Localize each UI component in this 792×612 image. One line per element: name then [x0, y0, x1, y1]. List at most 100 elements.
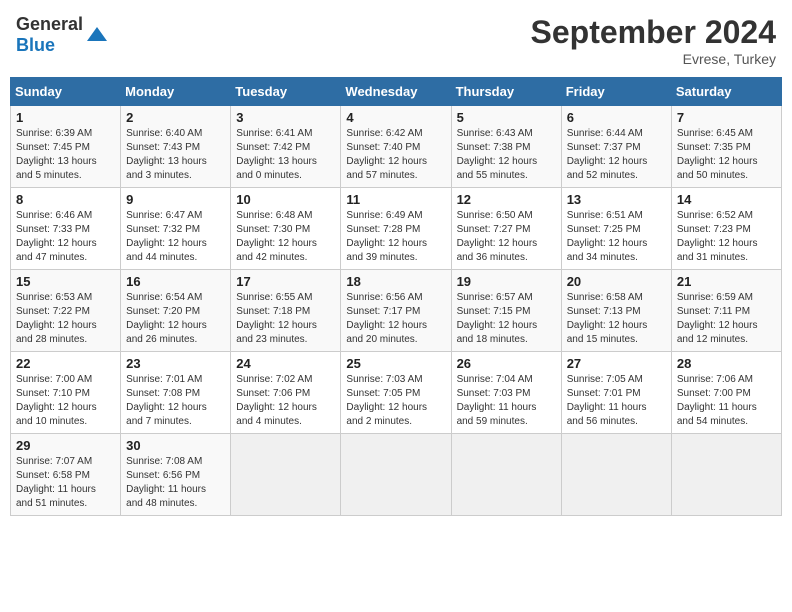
day-number: 28 [677, 356, 776, 371]
calendar-cell: 8Sunrise: 6:46 AMSunset: 7:33 PMDaylight… [11, 188, 121, 270]
calendar-cell: 2 Sunrise: 6:40 AMSunset: 7:43 PMDaylight… [121, 106, 231, 188]
calendar-cell: 25 Sunrise: 7:03 AMSunset: 7:05 PMDayligh… [341, 352, 451, 434]
day-info: Sunrise: 6:45 AMSunset: 7:35 PMDaylight:… [677, 127, 776, 183]
calendar-cell: 13Sunrise: 6:51 AMSunset: 7:25 PMDayligh… [561, 188, 671, 270]
calendar-cell: 4 Sunrise: 6:42 AMSunset: 7:40 PMDaylight… [341, 106, 451, 188]
calendar-cell: 10 Sunrise: 6:48 AMSunset: 7:30 PMDayligh… [231, 188, 341, 270]
calendar-cell: 6 Sunrise: 6:44 AMSunset: 7:37 PMDaylight… [561, 106, 671, 188]
calendar-cell: 27Sunrise: 7:05 AMSunset: 7:01 PMDayligh… [561, 352, 671, 434]
logo-general: General [16, 14, 83, 34]
calendar-header: SundayMondayTuesdayWednesdayThursdayFrid… [11, 78, 782, 106]
day-info: Sunrise: 6:44 AMSunset: 7:37 PMDaylight:… [567, 127, 666, 183]
day-number: 29 [16, 438, 115, 453]
day-info: Sunrise: 6:42 AMSunset: 7:40 PMDaylight:… [346, 127, 445, 183]
calendar-cell: 5 Sunrise: 6:43 AMSunset: 7:38 PMDaylight… [451, 106, 561, 188]
day-info: Sunrise: 7:03 AMSunset: 7:05 PMDaylight:… [346, 373, 445, 429]
day-info: Sunrise: 6:53 AMSunset: 7:22 PMDaylight:… [16, 291, 115, 347]
header-row: SundayMondayTuesdayWednesdayThursdayFrid… [11, 78, 782, 106]
day-info: Sunrise: 6:52 AMSunset: 7:23 PMDaylight:… [677, 209, 776, 265]
day-info: Sunrise: 7:02 AMSunset: 7:06 PMDaylight:… [236, 373, 335, 429]
day-info: Sunrise: 6:40 AMSunset: 7:43 PMDaylight:… [126, 127, 225, 183]
calendar-table: SundayMondayTuesdayWednesdayThursdayFrid… [10, 77, 782, 516]
day-number: 21 [677, 274, 776, 289]
calendar-cell: 7 Sunrise: 6:45 AMSunset: 7:35 PMDaylight… [671, 106, 781, 188]
day-info: Sunrise: 7:06 AMSunset: 7:00 PMDaylight:… [677, 373, 776, 429]
calendar-cell: 20Sunrise: 6:58 AMSunset: 7:13 PMDayligh… [561, 270, 671, 352]
day-info: Sunrise: 6:49 AMSunset: 7:28 PMDaylight:… [346, 209, 445, 265]
calendar-cell: 1 Sunrise: 6:39 AMSunset: 7:45 PMDaylight… [11, 106, 121, 188]
day-number: 22 [16, 356, 115, 371]
day-number: 6 [567, 110, 666, 125]
day-info: Sunrise: 6:51 AMSunset: 7:25 PMDaylight:… [567, 209, 666, 265]
day-info: Sunrise: 6:50 AMSunset: 7:27 PMDaylight:… [457, 209, 556, 265]
day-info: Sunrise: 6:58 AMSunset: 7:13 PMDaylight:… [567, 291, 666, 347]
page-header: General Blue September 2024 Evrese, Turk… [10, 10, 782, 71]
day-number: 15 [16, 274, 115, 289]
day-number: 27 [567, 356, 666, 371]
day-number: 11 [346, 192, 445, 207]
calendar-cell [671, 434, 781, 516]
header-day-tuesday: Tuesday [231, 78, 341, 106]
calendar-cell: 3 Sunrise: 6:41 AMSunset: 7:42 PMDaylight… [231, 106, 341, 188]
day-info: Sunrise: 6:55 AMSunset: 7:18 PMDaylight:… [236, 291, 335, 347]
day-number: 10 [236, 192, 335, 207]
calendar-cell: 23 Sunrise: 7:01 AMSunset: 7:08 PMDayligh… [121, 352, 231, 434]
week-row-4: 29 Sunrise: 7:07 AMSunset: 6:58 PMDayligh… [11, 434, 782, 516]
calendar-cell: 14 Sunrise: 6:52 AMSunset: 7:23 PMDayligh… [671, 188, 781, 270]
day-number: 3 [236, 110, 335, 125]
logo-text: General Blue [16, 14, 83, 56]
day-number: 1 [16, 110, 115, 125]
calendar-cell: 30Sunrise: 7:08 AMSunset: 6:56 PMDayligh… [121, 434, 231, 516]
day-number: 4 [346, 110, 445, 125]
day-number: 16 [126, 274, 225, 289]
calendar-cell: 19Sunrise: 6:57 AMSunset: 7:15 PMDayligh… [451, 270, 561, 352]
day-number: 24 [236, 356, 335, 371]
calendar-cell: 24 Sunrise: 7:02 AMSunset: 7:06 PMDayligh… [231, 352, 341, 434]
calendar-cell: 28 Sunrise: 7:06 AMSunset: 7:00 PMDayligh… [671, 352, 781, 434]
calendar-cell: 21 Sunrise: 6:59 AMSunset: 7:11 PMDayligh… [671, 270, 781, 352]
day-number: 19 [457, 274, 556, 289]
day-info: Sunrise: 6:39 AMSunset: 7:45 PMDaylight:… [16, 127, 115, 183]
header-day-monday: Monday [121, 78, 231, 106]
week-row-2: 15 Sunrise: 6:53 AMSunset: 7:22 PMDayligh… [11, 270, 782, 352]
day-number: 18 [346, 274, 445, 289]
day-number: 26 [457, 356, 556, 371]
day-number: 23 [126, 356, 225, 371]
logo-icon [85, 23, 109, 47]
day-info: Sunrise: 7:08 AMSunset: 6:56 PMDaylight:… [126, 455, 225, 511]
location: Evrese, Turkey [531, 51, 776, 67]
calendar-cell: 18Sunrise: 6:56 AMSunset: 7:17 PMDayligh… [341, 270, 451, 352]
day-info: Sunrise: 6:43 AMSunset: 7:38 PMDaylight:… [457, 127, 556, 183]
header-day-wednesday: Wednesday [341, 78, 451, 106]
day-number: 5 [457, 110, 556, 125]
week-row-3: 22 Sunrise: 7:00 AMSunset: 7:10 PMDayligh… [11, 352, 782, 434]
calendar-cell: 22 Sunrise: 7:00 AMSunset: 7:10 PMDayligh… [11, 352, 121, 434]
day-number: 14 [677, 192, 776, 207]
calendar-body: 1 Sunrise: 6:39 AMSunset: 7:45 PMDaylight… [11, 106, 782, 516]
day-number: 12 [457, 192, 556, 207]
calendar-cell: 26Sunrise: 7:04 AMSunset: 7:03 PMDayligh… [451, 352, 561, 434]
day-info: Sunrise: 6:59 AMSunset: 7:11 PMDaylight:… [677, 291, 776, 347]
logo-blue: Blue [16, 35, 55, 55]
header-day-thursday: Thursday [451, 78, 561, 106]
month-title: September 2024 [531, 14, 776, 51]
day-info: Sunrise: 6:48 AMSunset: 7:30 PMDaylight:… [236, 209, 335, 265]
day-info: Sunrise: 6:41 AMSunset: 7:42 PMDaylight:… [236, 127, 335, 183]
calendar-cell: 9 Sunrise: 6:47 AMSunset: 7:32 PMDaylight… [121, 188, 231, 270]
day-number: 2 [126, 110, 225, 125]
day-info: Sunrise: 7:01 AMSunset: 7:08 PMDaylight:… [126, 373, 225, 429]
day-info: Sunrise: 7:00 AMSunset: 7:10 PMDaylight:… [16, 373, 115, 429]
title-block: September 2024 Evrese, Turkey [531, 14, 776, 67]
day-number: 9 [126, 192, 225, 207]
day-info: Sunrise: 7:07 AMSunset: 6:58 PMDaylight:… [16, 455, 115, 511]
calendar-cell [341, 434, 451, 516]
header-day-sunday: Sunday [11, 78, 121, 106]
calendar-cell [231, 434, 341, 516]
day-number: 25 [346, 356, 445, 371]
day-info: Sunrise: 6:54 AMSunset: 7:20 PMDaylight:… [126, 291, 225, 347]
day-number: 7 [677, 110, 776, 125]
day-info: Sunrise: 6:47 AMSunset: 7:32 PMDaylight:… [126, 209, 225, 265]
calendar-cell [561, 434, 671, 516]
header-day-friday: Friday [561, 78, 671, 106]
week-row-0: 1 Sunrise: 6:39 AMSunset: 7:45 PMDaylight… [11, 106, 782, 188]
